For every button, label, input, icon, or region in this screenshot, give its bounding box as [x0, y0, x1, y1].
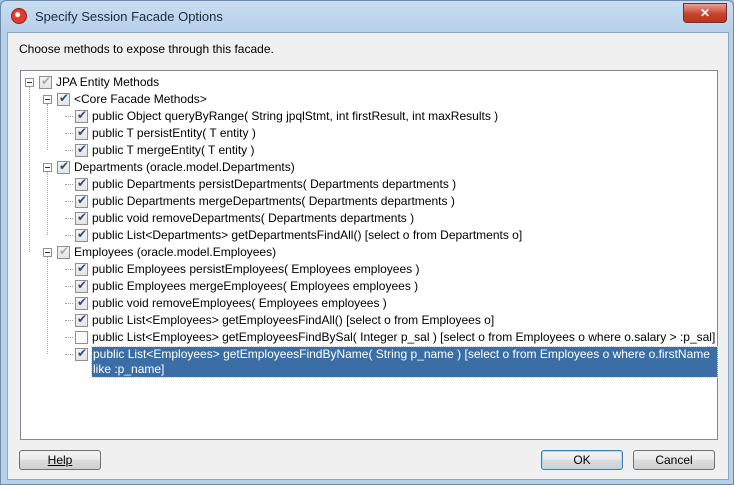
tree-connector — [65, 303, 73, 304]
collapse-toggle-icon[interactable] — [25, 78, 34, 87]
checkbox-tree-method-item[interactable] — [75, 331, 88, 344]
checkbox-tree-method-item[interactable] — [75, 193, 88, 208]
tree-method-item[interactable]: public Object queryByRange( String jpqlS… — [92, 109, 498, 124]
checkbox-tree-method-item[interactable] — [75, 142, 88, 157]
checkbox-tree-method-item[interactable] — [75, 125, 88, 140]
oracle-app-icon — [11, 8, 27, 24]
tree-method-item[interactable]: public List<Employees> getEmployeesFindA… — [92, 313, 494, 328]
checkbox-tree-method-item[interactable] — [75, 312, 88, 327]
tree-connector — [65, 337, 73, 338]
cancel-button[interactable]: Cancel — [633, 450, 715, 470]
tree-method-item[interactable]: public T mergeEntity( T entity ) — [92, 143, 255, 158]
checkbox-tree-group-2[interactable] — [57, 244, 70, 259]
checkbox-tree-method-item[interactable] — [75, 295, 88, 310]
tree-connector — [65, 150, 73, 151]
dialog-window: Specify Session Facade Options ✕ Choose … — [0, 0, 734, 485]
tree-method-item[interactable]: public void removeDepartments( Departmen… — [92, 211, 414, 226]
tree-connector — [29, 87, 30, 252]
method-tree[interactable]: JPA Entity Methods <Core Facade Methods> p… — [20, 70, 718, 440]
tree-connector — [65, 354, 73, 355]
cancel-button-label: Cancel — [655, 453, 693, 467]
tree-method-item[interactable]: public List<Employees> getEmployeesFindB… — [92, 330, 715, 345]
tree-method-item[interactable]: public Departments persistDepartments( D… — [92, 177, 456, 192]
checkbox-tree-method-item[interactable] — [75, 227, 88, 242]
instruction-text: Choose methods to expose through this fa… — [19, 42, 274, 56]
ok-button[interactable]: OK — [541, 450, 623, 470]
title-bar[interactable]: Specify Session Facade Options ✕ — [1, 1, 733, 31]
help-button[interactable]: Help — [19, 450, 101, 470]
checkbox-tree-method-item[interactable] — [75, 108, 88, 123]
tree-method-item[interactable]: public void removeEmployees( Employees e… — [92, 296, 387, 311]
collapse-toggle-icon[interactable] — [43, 248, 52, 257]
checkbox-tree-group-0[interactable] — [57, 91, 70, 106]
tree-group-1[interactable]: Departments (oracle.model.Departments) — [74, 160, 295, 175]
tree-connector — [65, 116, 73, 117]
tree-method-item[interactable]: public Employees mergeEmployees( Employe… — [92, 279, 418, 294]
tree-method-item[interactable]: public List<Departments> getDepartmentsF… — [92, 228, 522, 243]
tree-method-item[interactable]: public Departments mergeDepartments( Dep… — [92, 194, 455, 209]
tree-connector — [65, 201, 73, 202]
tree-connector — [65, 286, 73, 287]
tree-connector — [47, 172, 48, 235]
collapse-toggle-icon[interactable] — [43, 95, 52, 104]
checkbox-tree-group-1[interactable] — [57, 159, 70, 174]
tree-method-item[interactable]: public Employees persistEmployees( Emplo… — [92, 262, 419, 277]
checkbox-tree-method-item[interactable] — [75, 261, 88, 276]
tree-group-0[interactable]: <Core Facade Methods> — [74, 92, 207, 107]
tree-root-jpa-entity-methods[interactable]: JPA Entity Methods — [56, 75, 159, 90]
tree-connector — [65, 133, 73, 134]
tree-connector — [47, 257, 48, 354]
dialog-body: Choose methods to expose through this fa… — [7, 32, 729, 480]
tree-connector — [65, 184, 73, 185]
tree-connector — [65, 269, 73, 270]
checkbox-tree-method-item[interactable] — [75, 176, 88, 191]
close-button[interactable]: ✕ — [683, 3, 727, 23]
checkbox-tree-root-jpa-entity-methods[interactable] — [39, 74, 52, 89]
help-button-label: Help — [47, 453, 73, 467]
tree-method-item[interactable]: public T persistEntity( T entity ) — [92, 126, 256, 141]
collapse-toggle-icon[interactable] — [43, 163, 52, 172]
tree-method-item[interactable]: public List<Employees> getEmployeesFindB… — [91, 346, 718, 378]
tree-connector — [65, 320, 73, 321]
tree-group-2[interactable]: Employees (oracle.model.Employees) — [74, 245, 276, 260]
checkbox-tree-method-item[interactable] — [75, 346, 88, 361]
ok-button-label: OK — [573, 453, 591, 467]
window-title: Specify Session Facade Options — [35, 8, 223, 24]
tree-connector — [65, 218, 73, 219]
checkbox-tree-method-item[interactable] — [75, 278, 88, 293]
tree-connector — [65, 235, 73, 236]
checkbox-tree-method-item[interactable] — [75, 210, 88, 225]
tree-connector — [47, 104, 48, 150]
